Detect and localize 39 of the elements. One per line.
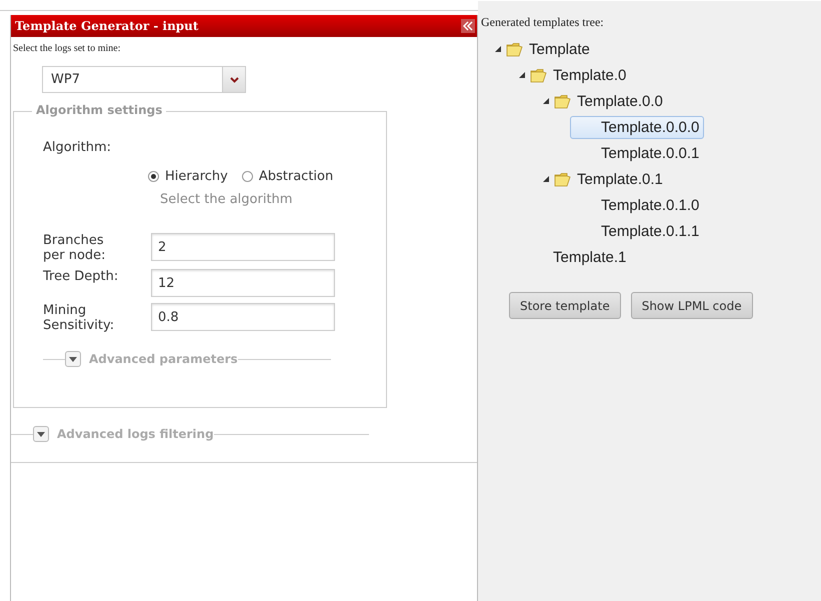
tree-item[interactable]: Template.0 [548, 64, 632, 86]
tree-item[interactable]: Template.0.0 [572, 90, 668, 112]
tree-item[interactable]: Template.0.0.1 [596, 142, 704, 164]
tree-item[interactable]: Template [524, 38, 595, 60]
tree-item[interactable]: Template.1 [548, 246, 632, 268]
action-button[interactable]: Show LPML code [630, 292, 753, 319]
expanded-arrow-icon[interactable] [493, 44, 503, 54]
field-label: Tree Depth: [43, 269, 120, 284]
caret-icon [37, 432, 45, 436]
folder-icon [554, 94, 571, 108]
radio-option[interactable]: Abstraction [242, 169, 334, 184]
tree-item[interactable]: Template.0.0.0 [570, 116, 704, 138]
toggle-button[interactable] [33, 426, 49, 442]
radio-option[interactable]: Hierarchy [148, 169, 228, 184]
field-label: Select the logs set to mine: [13, 43, 122, 54]
expanded-arrow-icon[interactable] [541, 96, 551, 106]
input-field[interactable]: 0.8 [151, 303, 335, 331]
toggle-button[interactable] [65, 351, 81, 367]
action-button[interactable]: Store template [509, 292, 621, 319]
group-legend: Algorithm settings [32, 103, 166, 117]
field-label: Mining Sensitivity: [43, 303, 116, 333]
folder-icon [554, 172, 571, 186]
collapse-button[interactable] [461, 19, 475, 33]
tree-item[interactable]: Template.0.1.1 [596, 220, 704, 242]
expanded-arrow-icon[interactable] [541, 174, 551, 184]
input-field[interactable]: 12 [151, 269, 335, 297]
folder-icon [506, 42, 523, 56]
field-label: Algorithm: [43, 140, 112, 155]
field-label: Branches per node: [43, 233, 107, 263]
panel-title: Template Generator - input [15, 19, 198, 33]
expanded-arrow-icon[interactable] [517, 70, 527, 80]
folder-icon [530, 68, 547, 82]
tree-item[interactable]: Template.0.1 [572, 168, 668, 190]
caret-icon [69, 356, 77, 362]
tree-item[interactable]: Template.0.1.0 [596, 194, 704, 216]
logs-dropdown[interactable]: WP7 [42, 66, 246, 93]
hint-text: Select the algorithm [160, 192, 294, 207]
tree-title: Generated templates tree: [480, 15, 605, 30]
input-field[interactable]: 2 [151, 233, 335, 261]
